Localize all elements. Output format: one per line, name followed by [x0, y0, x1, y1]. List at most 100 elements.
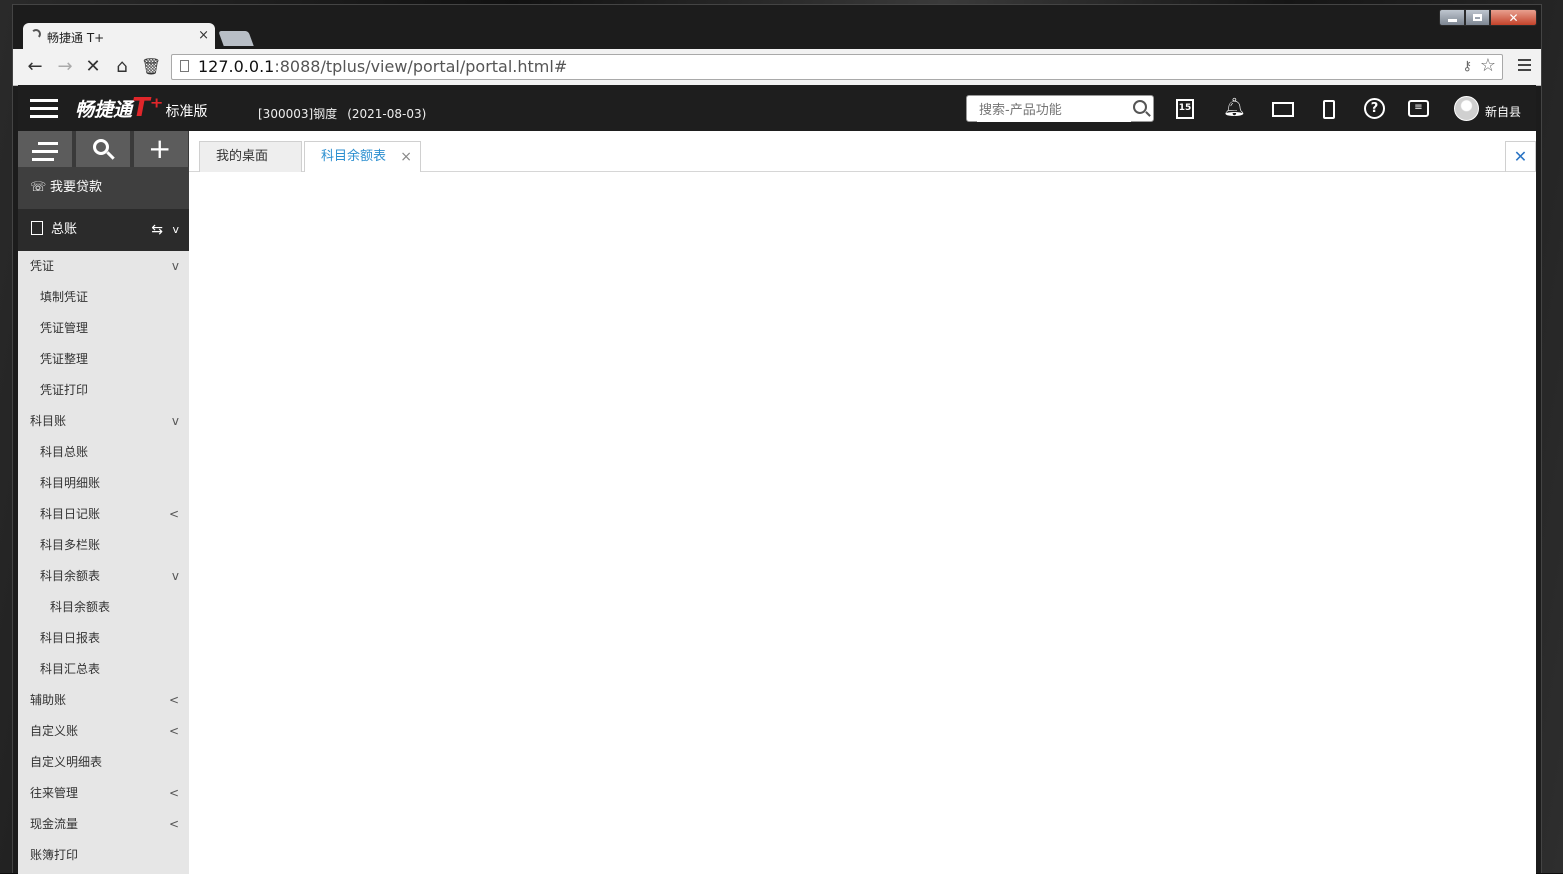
loan-label: 我要贷款: [50, 180, 103, 195]
menu-label: 科目日报表: [40, 631, 101, 645]
menu-item[interactable]: 科目余额表 v: [18, 561, 189, 592]
menu-group[interactable]: 往来管理 <: [18, 778, 189, 809]
loan-entry[interactable]: ☏ 我要贷款: [18, 167, 189, 209]
chevron-icon: <: [168, 693, 179, 707]
minimize-icon: [1447, 19, 1457, 22]
menu-group[interactable]: 辅助账 <: [18, 685, 189, 716]
ledger-icon: [31, 220, 43, 235]
menu-item[interactable]: 账簿打印: [18, 840, 189, 871]
menu-lines-icon: [32, 142, 58, 166]
loan-icon: ☏: [30, 180, 47, 195]
menu-item[interactable]: 填制凭证: [18, 282, 189, 313]
function-search-box: [966, 95, 1154, 122]
menu-item[interactable]: 凭证管理: [18, 313, 189, 344]
menu-label: 往来管理: [30, 786, 79, 800]
switch-module-icon[interactable]: ⇆: [151, 209, 163, 251]
sidebar-add-button[interactable]: +: [134, 131, 188, 167]
menu-group[interactable]: 现金流量 <: [18, 809, 189, 840]
menu-label: 凭证打印: [40, 383, 89, 397]
browser-menu-icon[interactable]: [1518, 59, 1531, 74]
search-icon[interactable]: [1133, 100, 1147, 114]
menu-label: 凭证: [30, 259, 55, 273]
home-icon[interactable]: ⌂: [112, 57, 132, 77]
module-selector[interactable]: 总账 ⇆ v: [18, 209, 189, 251]
loading-spinner-icon: [31, 29, 41, 39]
mobile-icon[interactable]: [1323, 100, 1335, 119]
chevron-icon: <: [168, 507, 179, 521]
menu-label: 科目总账: [40, 445, 89, 459]
menu-label: 科目汇总表: [40, 662, 101, 676]
menu-label: 凭证管理: [40, 321, 89, 335]
tab-close-icon[interactable]: ×: [400, 142, 412, 172]
sidebar: + ☏ 我要贷款 总账 ⇆ v 凭证 v 填制凭证 凭证管理 凭证整理 凭证打印 科…: [18, 131, 189, 874]
menu-group-account-ledger[interactable]: 科目账 v: [18, 406, 189, 437]
menu-label: 现金流量: [30, 817, 79, 831]
brand-logo: 畅捷通T⁺ 标准版: [75, 93, 207, 123]
url-path: :8088/tplus/view/portal/portal.html#: [274, 57, 568, 76]
avatar[interactable]: [1454, 96, 1479, 121]
maximize-icon: [1473, 14, 1482, 21]
collapse-menu-button[interactable]: [18, 131, 72, 167]
menu-item[interactable]: 科目明细账: [18, 468, 189, 499]
forward-arrow-icon[interactable]: →: [55, 57, 75, 77]
sidebar-search-button[interactable]: [76, 131, 130, 167]
menu-item[interactable]: 科目总账: [18, 437, 189, 468]
chevron-icon: v: [171, 259, 179, 273]
hamburger-menu-icon[interactable]: [30, 99, 58, 123]
help-icon[interactable]: ?: [1364, 98, 1385, 119]
menu-group-voucher[interactable]: 凭证 v: [18, 251, 189, 282]
menu-label: 科目余额表: [40, 569, 101, 583]
browser-toolbar: ← → ✕ ⌂ 🗑 127.0.0.1:8088/tplus/view/port…: [13, 49, 1541, 86]
url-host: 127.0.0.1: [198, 57, 275, 76]
module-chevron[interactable]: v: [172, 209, 179, 251]
menu-item[interactable]: 自定义明细表: [18, 747, 189, 778]
back-arrow-icon[interactable]: ←: [25, 57, 45, 77]
mail-icon[interactable]: [1272, 102, 1294, 117]
key-icon[interactable]: ⚷: [1462, 55, 1472, 79]
browser-tab[interactable]: 畅捷通 T+ ×: [23, 23, 215, 49]
tab-label: 我的桌面: [216, 149, 269, 164]
page-icon: [180, 60, 189, 72]
new-tab-button[interactable]: [218, 31, 254, 46]
menu-item[interactable]: 科目日记账 <: [18, 499, 189, 530]
trash-icon[interactable]: 🗑: [141, 57, 161, 77]
menu-label: 科目账: [30, 414, 67, 428]
function-search-input[interactable]: [977, 98, 1131, 122]
message-icon[interactable]: ≡: [1408, 100, 1429, 117]
menu-label: 凭证整理: [40, 352, 89, 366]
calendar-icon[interactable]: 15: [1176, 99, 1194, 119]
menu-item[interactable]: 科目多栏账: [18, 530, 189, 561]
menu-item[interactable]: 科目汇总表: [18, 654, 189, 685]
page-tabs: 我的桌面 科目余额表 × ✕: [189, 131, 1536, 173]
tab-my-desktop[interactable]: 我的桌面: [199, 141, 302, 172]
login-date: (2021-08-03): [347, 107, 427, 121]
bell-icon[interactable]: 🔔︎: [1223, 97, 1246, 119]
chevron-icon: v: [171, 569, 179, 583]
stop-loading-icon[interactable]: ✕: [83, 57, 103, 77]
tab-label: 科目余额表: [321, 149, 387, 164]
menu-group[interactable]: 自定义账 <: [18, 716, 189, 747]
menu-item[interactable]: 科目余额表: [18, 592, 189, 623]
menu-item[interactable]: 凭证打印: [18, 375, 189, 406]
module-label: 总账: [51, 222, 78, 237]
browser-tab-title: 畅捷通 T+: [47, 31, 105, 45]
menu-item[interactable]: 科目日报表: [18, 623, 189, 654]
chevron-icon: <: [168, 724, 179, 738]
chevron-icon: <: [168, 817, 179, 831]
menu-label: 科目明细账: [40, 476, 101, 490]
close-all-tabs-button[interactable]: ✕: [1505, 141, 1536, 172]
user-name[interactable]: 新自县: [1485, 103, 1521, 120]
browser-tab-close-icon[interactable]: ×: [198, 28, 209, 43]
chevron-icon: <: [168, 786, 179, 800]
menu-label: 账簿打印: [30, 848, 79, 862]
brand-name: 畅捷通: [75, 99, 133, 121]
sidebar-toolbar: +: [18, 131, 189, 167]
menu-label: 科目余额表: [50, 600, 111, 614]
sidebar-menu: 凭证 v 填制凭证 凭证管理 凭证整理 凭证打印 科目账 v 科目总账 科目明细账 …: [18, 251, 189, 871]
browser-window: ✕ 畅捷通 T+ × ← → ✕ ⌂ 🗑 127.0.0.1:8088/tplu…: [12, 4, 1542, 874]
menu-item[interactable]: 凭证整理: [18, 344, 189, 375]
tab-account-balance[interactable]: 科目余额表 ×: [304, 141, 421, 173]
address-bar[interactable]: 127.0.0.1:8088/tplus/view/portal/portal.…: [171, 54, 1503, 80]
bookmark-star-icon[interactable]: ☆: [1480, 54, 1496, 78]
plus-icon: +: [148, 132, 172, 165]
